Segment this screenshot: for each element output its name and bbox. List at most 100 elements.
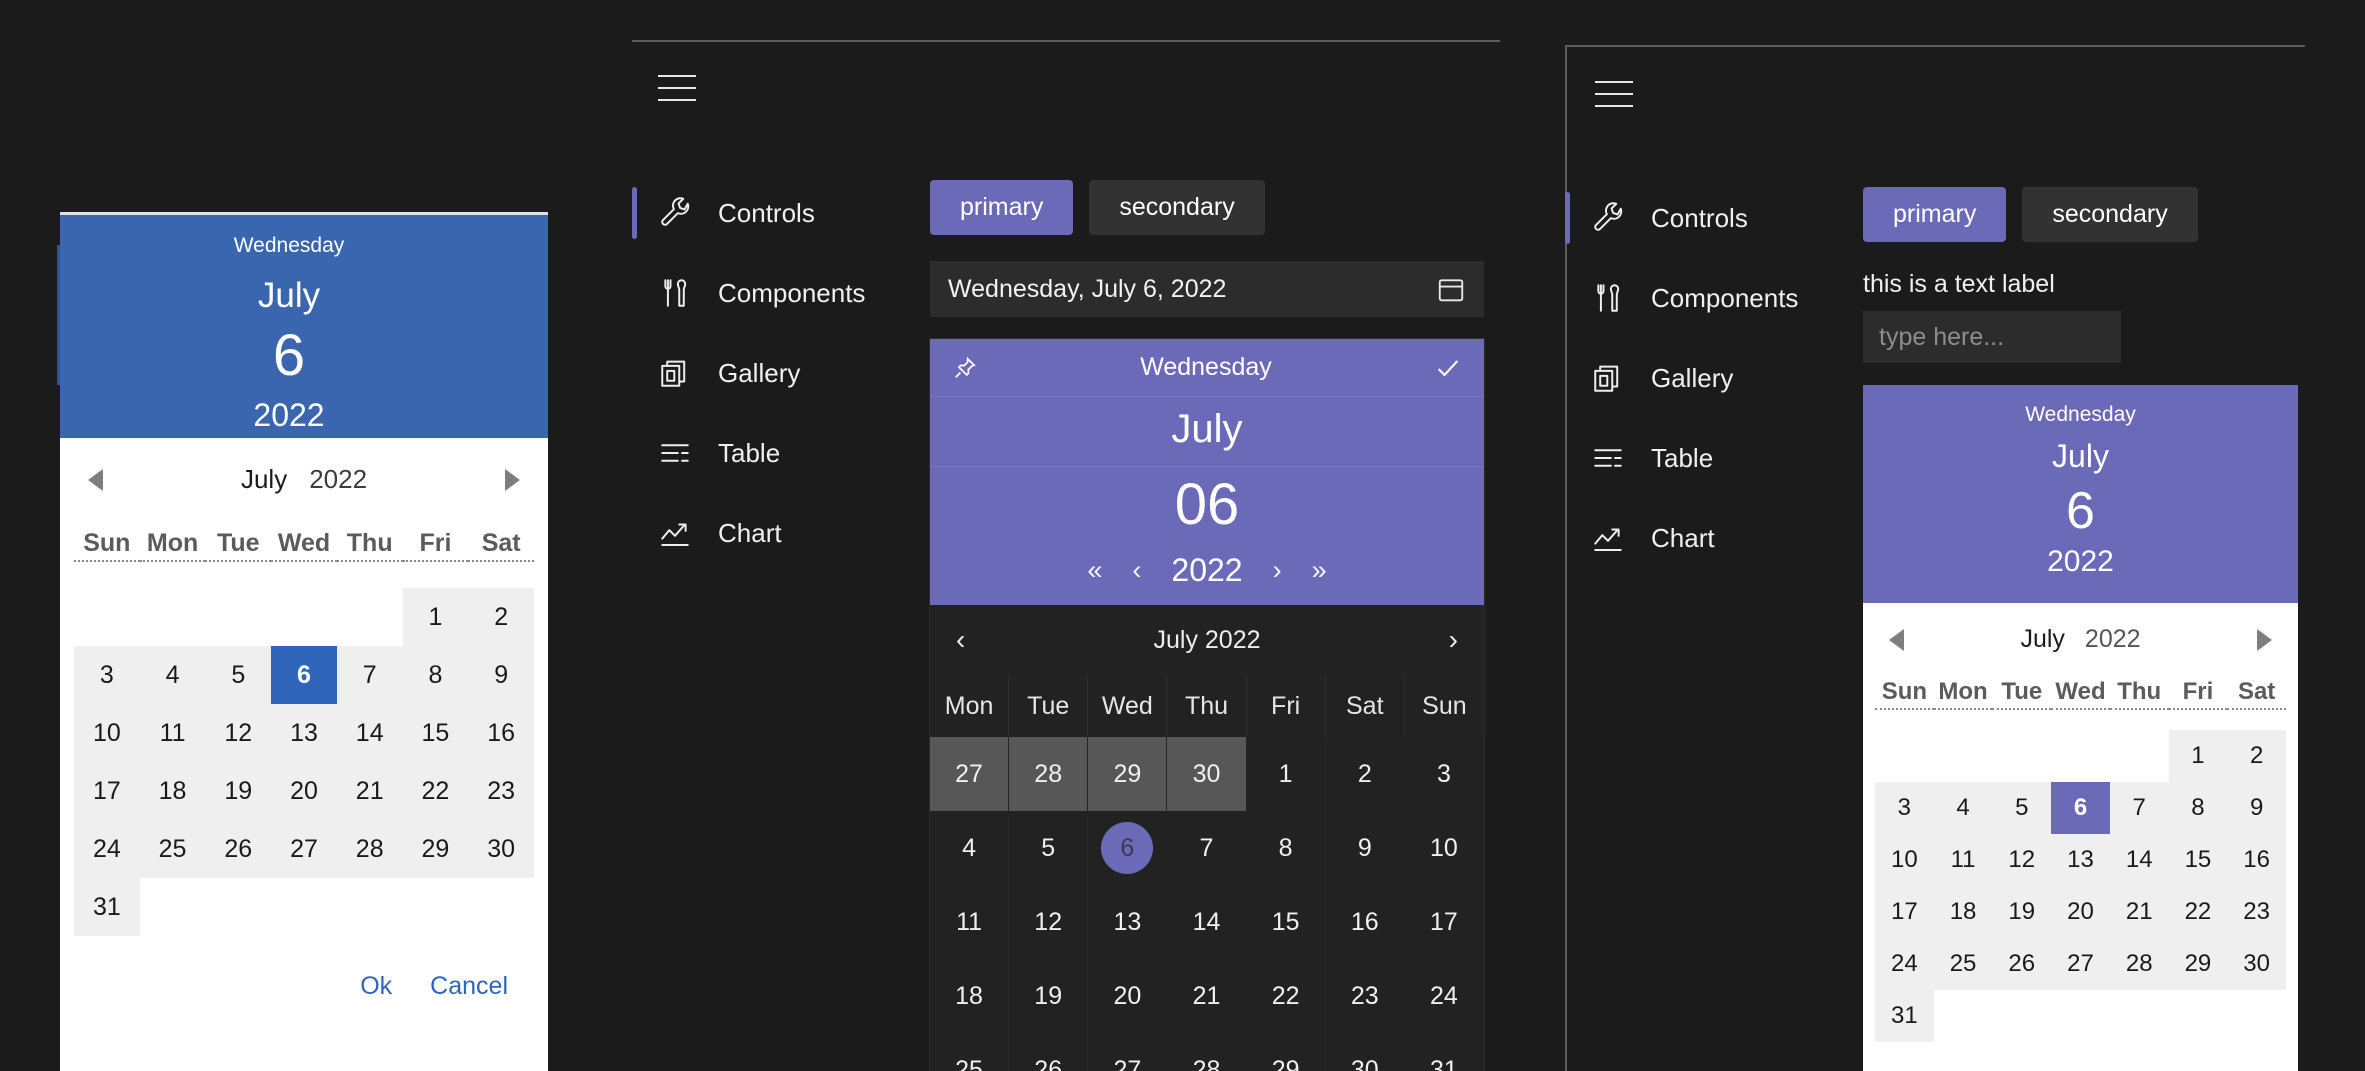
date-cell[interactable]: 7 (2109, 782, 2169, 834)
date-cell[interactable]: 2 (468, 588, 534, 646)
primary-button[interactable]: primary (930, 180, 1074, 235)
sidebar-item-components[interactable]: Components (632, 253, 932, 333)
date-cell[interactable]: 21 (1167, 959, 1247, 1033)
chevron-right-icon[interactable]: › (1273, 555, 1282, 586)
date-cell[interactable]: 4 (139, 646, 206, 704)
date-cell[interactable]: 7 (1167, 811, 1247, 885)
flyout-day[interactable]: 06 (930, 467, 1484, 546)
date-cell[interactable]: 16 (2227, 834, 2286, 886)
date-cell[interactable]: 20 (2051, 886, 2110, 938)
date-cell[interactable]: 24 (74, 820, 140, 878)
hamburger-menu-button-right[interactable] (1595, 81, 1633, 107)
date-cell[interactable]: 3 (1875, 782, 1934, 834)
date-cell[interactable]: 11 (139, 704, 206, 762)
flyout-month[interactable]: July (930, 397, 1484, 467)
date-cell[interactable]: 8 (402, 646, 469, 704)
date-cell[interactable]: 17 (1405, 885, 1484, 959)
date-cell[interactable]: 25 (1933, 938, 1993, 990)
date-cell[interactable]: 4 (1933, 782, 1993, 834)
date-cell[interactable]: 28 (1009, 737, 1089, 811)
date-cell[interactable]: 24 (1405, 959, 1484, 1033)
date-cell[interactable]: 18 (1933, 886, 1993, 938)
date-cell[interactable]: 22 (1247, 959, 1326, 1033)
date-cell[interactable]: 11 (930, 885, 1010, 959)
date-combobox[interactable]: Wednesday, July 6, 2022 (930, 261, 1484, 317)
text-input[interactable] (1863, 311, 2121, 363)
date-cell-selected[interactable]: 6 (271, 646, 337, 704)
date-cell[interactable]: 26 (1992, 938, 2052, 990)
hamburger-icon[interactable] (1595, 81, 1633, 107)
date-cell[interactable]: 15 (2168, 834, 2228, 886)
date-cell[interactable]: 23 (1326, 959, 1405, 1033)
date-cell[interactable]: 31 (1875, 990, 1934, 1042)
date-cell[interactable]: 14 (1167, 885, 1247, 959)
date-cell[interactable]: 16 (1326, 885, 1405, 959)
primary-button[interactable]: primary (1863, 187, 2007, 242)
date-cell[interactable]: 12 (205, 704, 272, 762)
date-cell[interactable]: 30 (1167, 737, 1247, 811)
date-cell-selected[interactable]: 6 (1088, 811, 1168, 885)
date-cell[interactable]: 12 (1992, 834, 2052, 886)
calendar-icon[interactable] (1436, 274, 1466, 304)
secondary-button[interactable]: secondary (2022, 187, 2198, 242)
date-cell[interactable]: 13 (2051, 834, 2110, 886)
month-next-chevron-right-icon[interactable]: › (1449, 624, 1458, 656)
ok-button[interactable]: Ok (360, 972, 392, 1001)
date-cell[interactable]: 30 (468, 820, 534, 878)
date-cell[interactable]: 22 (2168, 886, 2228, 938)
chevrons-left-icon[interactable]: « (1087, 555, 1102, 586)
date-cell[interactable]: 31 (1405, 1033, 1484, 1071)
date-cell[interactable]: 10 (1405, 811, 1484, 885)
nav-month-label[interactable]: July (2020, 625, 2064, 654)
date-cell[interactable]: 20 (1088, 959, 1168, 1033)
date-cell[interactable]: 30 (2227, 938, 2286, 990)
date-cell-selected[interactable]: 6 (2051, 782, 2110, 834)
date-cell[interactable]: 27 (930, 737, 1010, 811)
date-cell[interactable]: 19 (1009, 959, 1089, 1033)
date-cell[interactable]: 27 (1088, 1033, 1168, 1071)
date-cell[interactable]: 26 (1009, 1033, 1089, 1071)
date-cell[interactable]: 3 (1405, 737, 1484, 811)
date-cell[interactable]: 1 (2168, 730, 2228, 782)
month-prev-chevron-left-icon[interactable]: ‹ (956, 624, 965, 656)
triangle-left-icon[interactable] (88, 468, 103, 491)
date-cell[interactable]: 18 (930, 959, 1010, 1033)
date-cell[interactable]: 23 (468, 762, 534, 820)
date-cell[interactable]: 17 (74, 762, 140, 820)
date-cell[interactable]: 2 (1326, 737, 1405, 811)
chevron-left-icon[interactable]: ‹ (1132, 555, 1141, 586)
date-cell[interactable]: 18 (139, 762, 206, 820)
cancel-button[interactable]: Cancel (430, 972, 508, 1001)
date-cell[interactable]: 29 (2168, 938, 2228, 990)
date-cell[interactable]: 23 (2227, 886, 2286, 938)
date-cell[interactable]: 28 (336, 820, 403, 878)
date-cell[interactable]: 27 (271, 820, 337, 878)
date-cell[interactable]: 5 (205, 646, 272, 704)
date-cell[interactable]: 26 (205, 820, 272, 878)
date-cell[interactable]: 1 (402, 588, 469, 646)
date-cell[interactable]: 5 (1992, 782, 2052, 834)
date-cell[interactable]: 15 (402, 704, 469, 762)
date-cell[interactable]: 12 (1009, 885, 1089, 959)
date-cell[interactable]: 16 (468, 704, 534, 762)
date-cell[interactable]: 9 (468, 646, 534, 704)
sidebar-item-components[interactable]: Components (1565, 258, 1865, 338)
date-cell[interactable]: 21 (2109, 886, 2169, 938)
date-cell[interactable]: 30 (1326, 1033, 1405, 1071)
date-cell[interactable]: 1 (1247, 737, 1326, 811)
sidebar-item-gallery[interactable]: Gallery (632, 333, 932, 413)
date-cell[interactable]: 19 (205, 762, 272, 820)
secondary-button[interactable]: secondary (1089, 180, 1265, 235)
date-cell[interactable]: 14 (336, 704, 403, 762)
date-cell[interactable]: 25 (139, 820, 206, 878)
chevrons-right-icon[interactable]: » (1312, 555, 1327, 586)
date-cell[interactable]: 4 (930, 811, 1010, 885)
sidebar-item-chart[interactable]: Chart (632, 493, 932, 573)
pin-icon[interactable] (952, 355, 978, 381)
date-cell[interactable]: 29 (402, 820, 469, 878)
date-cell[interactable]: 13 (1088, 885, 1168, 959)
date-cell[interactable]: 7 (336, 646, 403, 704)
nav-month-label[interactable]: July (241, 464, 287, 495)
triangle-right-icon[interactable] (2257, 628, 2272, 651)
date-cell[interactable]: 28 (1167, 1033, 1247, 1071)
